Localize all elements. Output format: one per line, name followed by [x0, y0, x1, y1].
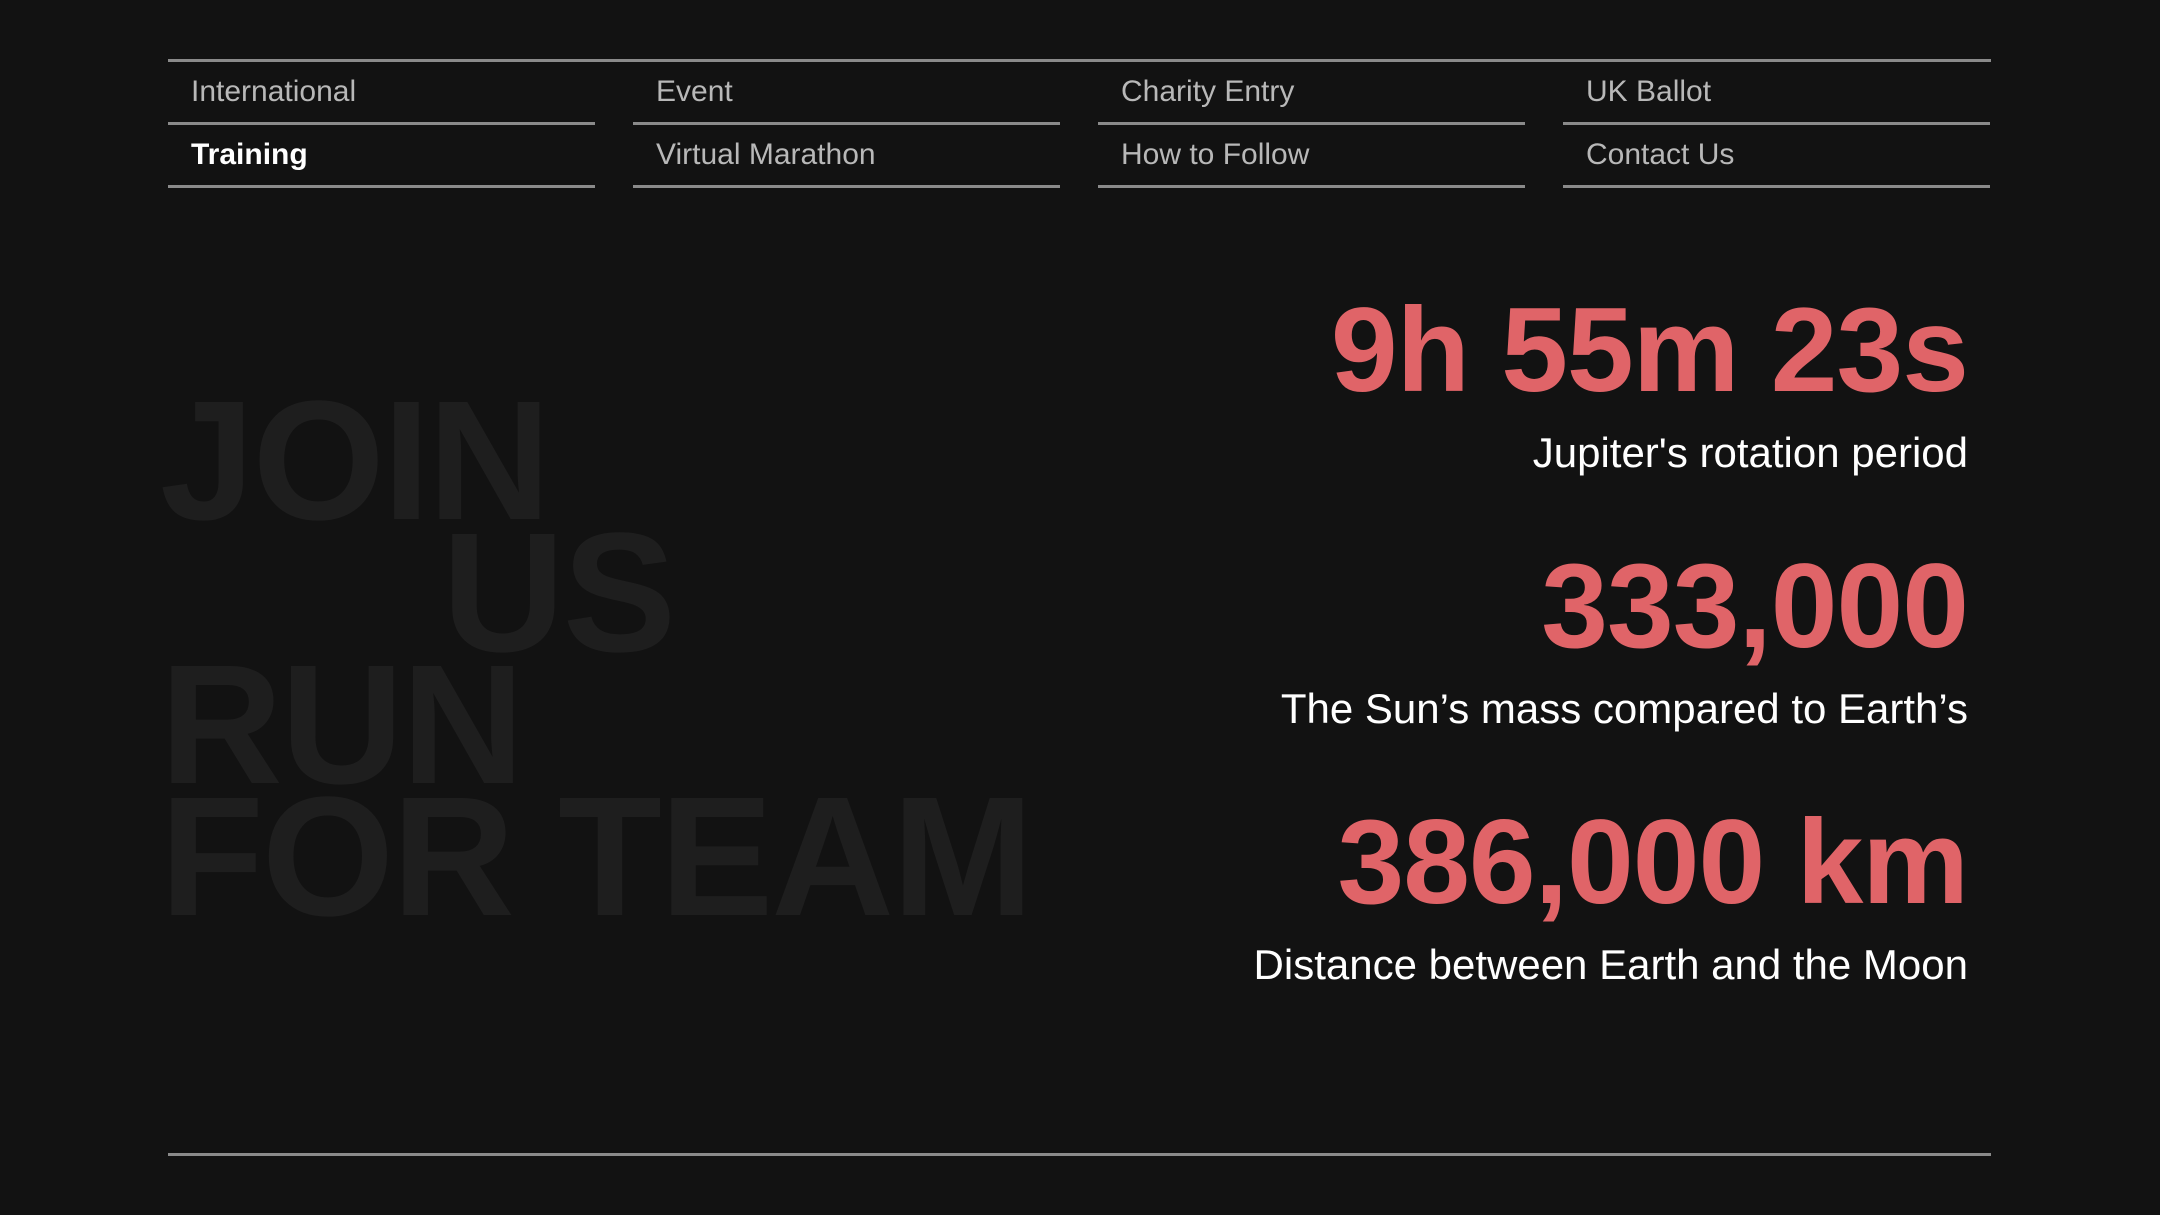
stat-value: 333,000 [1541, 539, 1969, 673]
nav-item-how-to-follow[interactable]: How to Follow [1098, 125, 1525, 188]
nav-item-uk-ballot[interactable]: UK Ballot [1563, 62, 1990, 125]
stat-label: Distance between Earth and the Moon [1253, 941, 1968, 988]
stat-value: 9h 55m 23s [1330, 283, 1969, 417]
nav-item-virtual-marathon[interactable]: Virtual Marathon [633, 125, 1060, 188]
nav-item-charity-entry[interactable]: Charity Entry [1098, 62, 1525, 125]
stat-label: The Sun’s mass compared to Earth’s [1280, 685, 1968, 732]
stat-jupiter-rotation: 9h 55m 23s Jupiter's rotation period [968, 280, 1969, 478]
main-navigation: International Event Charity Entry UK Bal… [168, 62, 1991, 188]
stats-section: 9h 55m 23s Jupiter's rotation period 333… [968, 280, 1969, 1048]
stat-sun-mass: 333,000 The Sun’s mass compared to Earth… [968, 536, 1969, 734]
stat-label: Jupiter's rotation period [1532, 429, 1968, 476]
stat-value: 386,000 km [1337, 795, 1969, 929]
slogan-line-for-team: FOR TEAM [160, 762, 1034, 952]
nav-item-contact-us[interactable]: Contact Us [1563, 125, 1990, 188]
bottom-divider [168, 1153, 1991, 1156]
nav-item-training[interactable]: Training [168, 125, 595, 188]
stat-earth-moon-distance: 386,000 km Distance between Earth and th… [968, 792, 1969, 990]
background-slogan: JOIN US RUN FOR TEAM [160, 376, 1034, 952]
nav-item-event[interactable]: Event [633, 62, 1060, 125]
page: International Event Charity Entry UK Bal… [0, 0, 2160, 1215]
nav-item-international[interactable]: International [168, 62, 595, 125]
